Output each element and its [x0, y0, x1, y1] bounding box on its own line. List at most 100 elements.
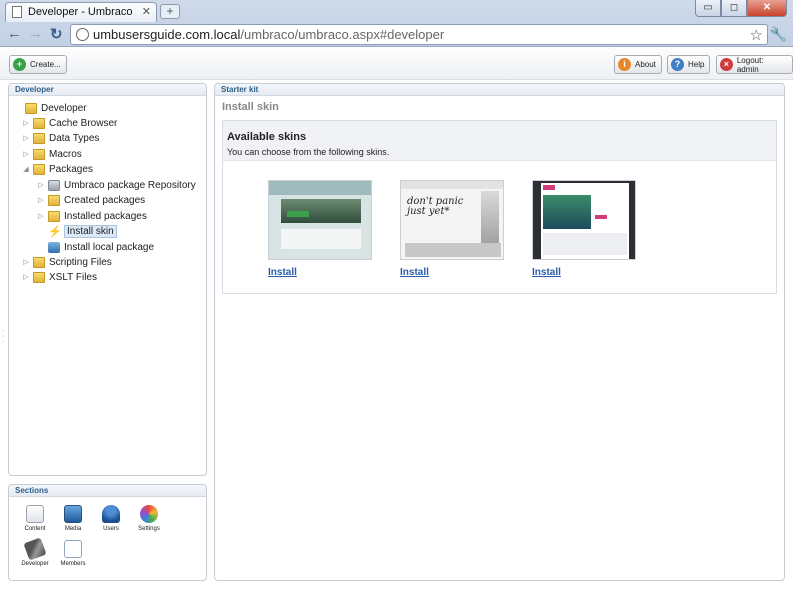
- tree-item-cache-browser[interactable]: ▷ Cache Browser: [22, 116, 117, 130]
- main-panel-title: Starter kit: [215, 84, 784, 96]
- back-arrow-icon[interactable]: ←: [7, 25, 22, 42]
- section-media[interactable]: Media: [55, 505, 91, 532]
- folder-icon: [33, 117, 45, 129]
- users-icon: [102, 505, 120, 523]
- wrench-icon[interactable]: 🔧: [770, 26, 787, 43]
- skin-thumbnail[interactable]: don't panic just yet*: [400, 180, 504, 260]
- skins-heading: Available skins: [227, 131, 307, 143]
- content-icon: [26, 505, 44, 523]
- section-members[interactable]: Members: [55, 540, 91, 567]
- media-icon: [64, 505, 82, 523]
- section-content[interactable]: Content: [17, 505, 53, 532]
- section-label: Settings: [138, 526, 160, 532]
- folder-icon: [33, 163, 45, 175]
- lightning-icon: ⚡: [48, 225, 62, 238]
- expand-arrow-icon[interactable]: ▷: [37, 181, 45, 189]
- tree-item-xslt-files[interactable]: ▷ XSLT Files: [22, 270, 97, 284]
- tree-item-scripting-files[interactable]: ▷ Scripting Files: [22, 255, 112, 269]
- page-title: Install skin: [222, 101, 279, 113]
- tree-item-label: Install local package: [64, 241, 155, 253]
- expand-arrow-icon[interactable]: ▷: [22, 150, 30, 158]
- tree-item-install-skin[interactable]: ⚡ Install skin: [37, 224, 117, 238]
- tree-item-package-repository[interactable]: ▷ Umbraco package Repository: [37, 178, 196, 192]
- expand-arrow-icon[interactable]: ▷: [22, 258, 30, 266]
- tree-item-installed-packages[interactable]: ▷ Installed packages: [37, 209, 147, 223]
- expand-arrow-icon[interactable]: ▷: [37, 196, 45, 204]
- skin-1: Install: [268, 180, 374, 278]
- help-button[interactable]: ? Help: [667, 55, 711, 74]
- tree-item-packages[interactable]: ◢ Packages: [22, 162, 93, 176]
- bookmark-star-icon[interactable]: ☆: [750, 26, 763, 44]
- sections-panel-title: Sections: [9, 485, 206, 497]
- install-skin-link[interactable]: Install: [532, 267, 638, 278]
- folder-icon: [48, 210, 60, 222]
- tree-item-label: Installed packages: [64, 210, 147, 222]
- settings-icon: [140, 505, 158, 523]
- browser-tab[interactable]: Developer - Umbraco C... ✕: [5, 2, 157, 22]
- tree-panel-title: Developer: [9, 84, 206, 96]
- close-window-button[interactable]: ✕: [747, 0, 787, 17]
- tree-item-label: Data Types: [49, 132, 100, 144]
- folder-icon: [33, 148, 45, 160]
- expand-arrow-icon[interactable]: ▷: [22, 119, 30, 127]
- folder-icon: [33, 256, 45, 268]
- tree-item-label: Umbraco package Repository: [64, 179, 196, 191]
- skins-subtext: You can choose from the following skins.: [227, 147, 390, 157]
- forward-arrow-icon[interactable]: →: [28, 25, 43, 42]
- skin-thumbnail[interactable]: [268, 180, 372, 260]
- members-icon: [64, 540, 82, 558]
- tree-item-label: Packages: [49, 163, 93, 175]
- section-label: Members: [60, 561, 86, 567]
- section-settings[interactable]: Settings: [131, 505, 167, 532]
- new-tab-button[interactable]: +: [160, 4, 180, 19]
- tree-item-created-packages[interactable]: ▷ Created packages: [37, 193, 145, 207]
- close-tab-icon[interactable]: ✕: [142, 5, 151, 18]
- tree-item-install-local-package[interactable]: Install local package: [37, 240, 154, 254]
- reload-icon[interactable]: ↻: [50, 25, 63, 43]
- tree-item-label: Install skin: [64, 224, 117, 238]
- tree-item-developer[interactable]: Developer: [14, 101, 87, 115]
- folder-icon: [48, 194, 60, 206]
- logout-label: Logout: admin: [736, 55, 764, 74]
- available-skins-box: Available skins You can choose from the …: [222, 120, 777, 294]
- tree-item-label: Created packages: [64, 194, 146, 206]
- skin-thumbnail[interactable]: [532, 180, 636, 260]
- folder-icon: [33, 271, 45, 283]
- folder-icon: [25, 102, 37, 114]
- expand-arrow-icon[interactable]: ▷: [22, 134, 30, 142]
- address-bar[interactable]: umbusersguide.com.local/umbraco/umbraco.…: [70, 24, 768, 45]
- splitter-handle[interactable]: ◦ ◦ ◦: [2, 328, 6, 346]
- tree-item-data-types[interactable]: ▷ Data Types: [22, 131, 99, 145]
- about-label: About: [635, 60, 656, 69]
- create-button[interactable]: + Create...: [9, 55, 67, 74]
- logout-button[interactable]: × Logout: admin: [716, 55, 793, 74]
- section-label: Content: [24, 526, 46, 532]
- tree-item-macros[interactable]: ▷ Macros: [22, 147, 82, 161]
- help-label: Help: [688, 60, 705, 69]
- skin-thumb-text: don't panic just yet*: [407, 196, 464, 217]
- plus-icon: +: [13, 58, 26, 71]
- install-skin-link[interactable]: Install: [400, 267, 506, 278]
- about-button[interactable]: i About: [614, 55, 662, 74]
- window-controls: ▭ ◻ ✕: [695, 0, 787, 17]
- url-path: /umbraco/umbraco.aspx#developer: [240, 27, 445, 42]
- section-users[interactable]: Users: [93, 505, 129, 532]
- tree-item-label: Cache Browser: [49, 117, 118, 129]
- section-label: Developer: [21, 561, 49, 567]
- url-text: umbusersguide.com.local/umbraco/umbraco.…: [93, 27, 444, 42]
- create-label: Create...: [30, 60, 61, 69]
- section-developer[interactable]: Developer: [17, 537, 53, 567]
- navigation-bar: ← → ↻ umbusersguide.com.local/umbraco/um…: [0, 23, 793, 47]
- expand-arrow-icon[interactable]: ▷: [22, 273, 30, 281]
- tree-item-label: Scripting Files: [49, 256, 112, 268]
- browser-chrome: Developer - Umbraco C... ✕ + ▭ ◻ ✕ ← → ↻…: [0, 0, 793, 47]
- collapse-arrow-icon[interactable]: ◢: [22, 165, 30, 173]
- install-skin-link[interactable]: Install: [268, 267, 374, 278]
- expand-arrow-icon[interactable]: ▷: [37, 212, 45, 220]
- folder-icon: [33, 132, 45, 144]
- tab-title: Developer - Umbraco C...: [28, 6, 136, 18]
- skin-2: don't panic just yet* Install: [400, 180, 506, 278]
- logout-icon: ×: [720, 58, 733, 71]
- minimize-button[interactable]: ▭: [695, 0, 721, 17]
- maximize-button[interactable]: ◻: [721, 0, 747, 17]
